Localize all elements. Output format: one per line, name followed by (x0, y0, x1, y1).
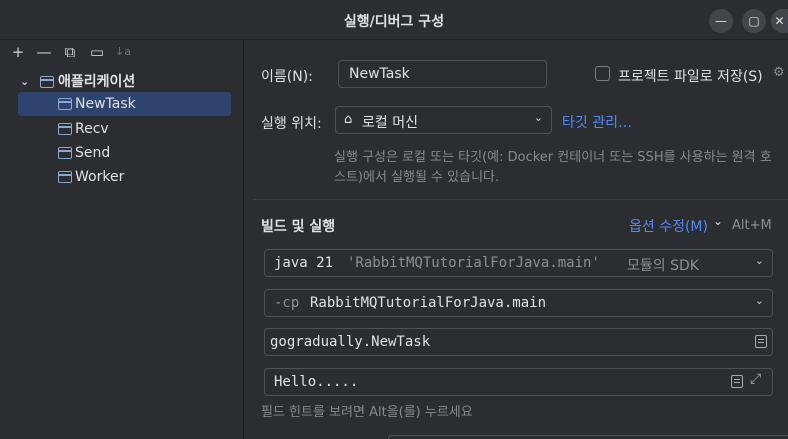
config-tree-panel: + — ⧉ ▭ ↓a ⌄ 애플리케이션 NewTask Recv Send Wo… (0, 40, 244, 439)
store-as-project-file-checkbox[interactable] (595, 66, 610, 81)
chevron-down-icon[interactable]: ⌄ (713, 214, 723, 228)
home-icon: ⌂ (344, 112, 353, 127)
section-divider (253, 199, 788, 200)
close-icon[interactable]: ✕ (771, 9, 788, 33)
add-icon[interactable]: + (8, 42, 28, 62)
tree-toolbar: + — ⧉ ▭ ↓a (0, 40, 244, 64)
config-form: 이름(N): NewTask 프로젝트 파일로 저장(S) ⚙ 실행 위치: ⌂… (245, 40, 788, 439)
tree-item-label: NewTask (75, 96, 136, 112)
browse-icon[interactable] (755, 335, 767, 348)
jdk-java-version: java 21 (274, 255, 334, 271)
chevron-down-icon: ⌄ (754, 254, 764, 267)
application-icon (58, 98, 72, 110)
maximize-icon[interactable]: ▢ (742, 9, 766, 33)
build-run-title: 빌드 및 실행 (261, 219, 336, 235)
tree-item-newtask[interactable]: NewTask (18, 92, 231, 116)
tree-group-application[interactable]: ⌄ 애플리케이션 (20, 70, 220, 94)
insert-macro-icon[interactable] (731, 375, 743, 388)
expand-icon[interactable]: ⤢ (750, 371, 761, 387)
run-on-dropdown[interactable]: ⌂ 로컬 머신 ⌄ (335, 106, 552, 134)
classpath-module: RabbitMQTutorialForJava.main (310, 295, 547, 311)
chevron-down-icon: ⌄ (754, 294, 764, 307)
tree-item-send[interactable]: Send (18, 141, 231, 165)
run-on-hint-line2: 스트)에서 실행될 수 있습니다. (334, 170, 500, 185)
modify-options-shortcut: Alt+M (732, 218, 772, 233)
program-arguments-field[interactable]: Hello..... ⤢ (264, 368, 773, 396)
program-arguments-value: Hello..... (274, 374, 359, 390)
tree-item-recv[interactable]: Recv (18, 117, 231, 141)
application-icon (40, 76, 54, 88)
name-value: NewTask (349, 66, 410, 82)
remove-icon[interactable]: — (34, 42, 54, 62)
gear-icon[interactable]: ⚙ (773, 65, 785, 80)
jdk-suffix: 모듈의 SDK (627, 258, 699, 274)
name-field[interactable]: NewTask (338, 60, 547, 88)
chevron-down-icon: ⌄ (533, 111, 543, 124)
application-icon (58, 147, 72, 159)
field-hint-text: 필드 힌트를 보려면 Alt을(를) 누르세요 (261, 405, 473, 420)
manage-targets-link[interactable]: 타깃 관리… (562, 112, 632, 132)
sort-icon[interactable]: ↓a (113, 42, 133, 62)
application-icon (58, 123, 72, 135)
run-on-label: 실행 위치: (261, 116, 322, 132)
dialog-title: 실행/디버그 구성 (343, 14, 445, 30)
jdk-dropdown[interactable]: java 21 'RabbitMQTutorialForJava.main' 모… (264, 249, 773, 277)
application-icon (58, 171, 72, 183)
modify-options-link[interactable]: 옵션 수정(M) (629, 216, 708, 236)
chevron-down-icon[interactable]: ⌄ (20, 70, 34, 94)
title-bar: 실행/디버그 구성 — ▢ ✕ (0, 0, 788, 40)
classpath-dropdown[interactable]: -cp RabbitMQTutorialForJava.main ⌄ (264, 289, 773, 317)
store-as-project-file-label: 프로젝트 파일로 저장(S) (618, 69, 763, 85)
name-label: 이름(N): (261, 69, 313, 85)
tree-item-label: Worker (75, 169, 125, 185)
tree-item-label: Send (75, 145, 111, 161)
classpath-flag: -cp (274, 295, 300, 311)
new-folder-icon[interactable]: ▭ (87, 42, 107, 62)
main-class-value: gogradually.NewTask (270, 334, 431, 350)
main-class-field[interactable]: gogradually.NewTask (264, 328, 773, 356)
run-on-value: 로컬 머신 (362, 115, 418, 131)
jdk-module-name: 'RabbitMQTutorialForJava.main' (347, 255, 600, 271)
tree-item-label: Recv (75, 121, 109, 137)
copy-icon[interactable]: ⧉ (60, 42, 80, 62)
run-on-hint-line1: 실행 구성은 로컬 또는 타깃(예: Docker 컨테이너 또는 SSH를 사… (334, 150, 772, 165)
tree-item-worker[interactable]: Worker (18, 165, 231, 189)
tree-group-label: 애플리케이션 (58, 74, 136, 90)
next-field-edge (388, 435, 788, 439)
minimize-icon[interactable]: — (709, 9, 733, 33)
